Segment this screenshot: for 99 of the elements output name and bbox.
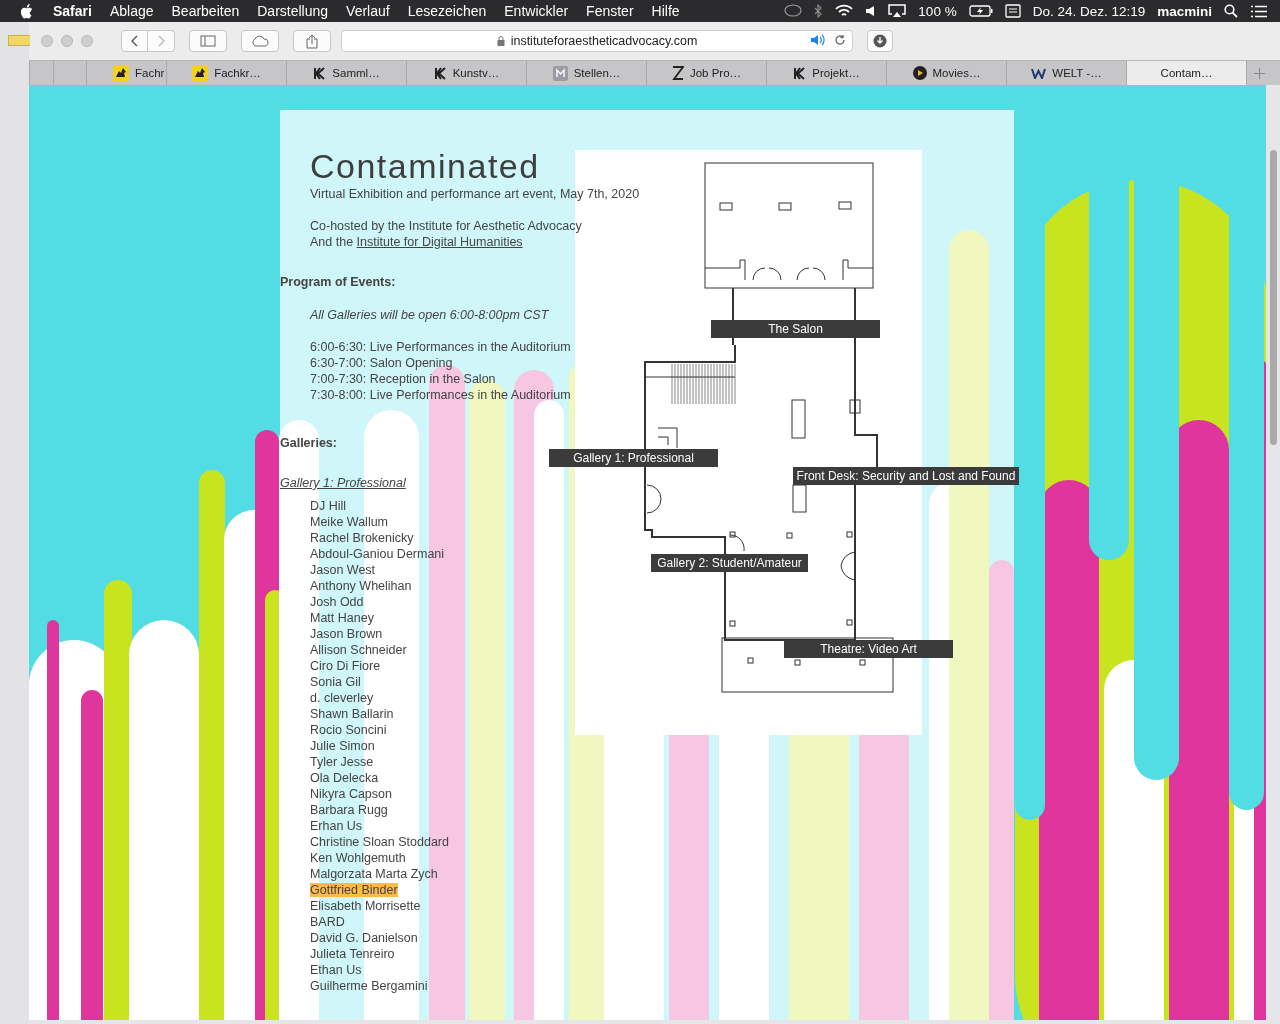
back-button[interactable] — [121, 30, 148, 52]
artist-name: Erhan Us — [310, 819, 363, 833]
m-logo-icon — [552, 65, 568, 81]
url-text: instituteforaestheticadvocacy.com — [510, 34, 698, 48]
calendar-icon[interactable] — [1004, 4, 1021, 18]
artist-name: David G. Danielson — [310, 931, 418, 945]
k-logo-icon — [313, 66, 327, 80]
artist-name: Meike Wallum — [310, 515, 389, 529]
page-title: Contaminated — [310, 146, 540, 186]
artist-name: Anthony Whelihan — [310, 579, 412, 593]
z-logo-icon — [671, 66, 684, 80]
room-label: Gallery 1: Professional — [549, 449, 718, 467]
apple-logo-icon[interactable] — [20, 3, 33, 19]
download-icon — [873, 34, 887, 48]
reload-icon[interactable] — [834, 34, 846, 46]
k-logo-icon — [793, 66, 807, 80]
artist-name: Rocio Soncini — [310, 723, 387, 737]
cohost-text: Co-hosted by the Institute for Aesthetic Advocacy — [309, 218, 582, 234]
menu-item[interactable]: Verlauf — [346, 3, 390, 19]
artist-name: Sonia Gil — [310, 675, 361, 689]
search-icon[interactable] — [1224, 4, 1238, 18]
battery-icon[interactable] — [968, 5, 993, 17]
room-label: Front Desk: Security and Lost and Found — [793, 467, 1019, 485]
menu-item[interactable]: Darstellung — [257, 3, 329, 19]
chevron-left-icon — [130, 35, 139, 47]
artist-name: Allison Schneider — [310, 643, 407, 657]
artist-name: Elisabeth Morrisette — [310, 899, 421, 913]
bluetooth-icon[interactable] — [814, 4, 824, 18]
share-icon — [306, 33, 318, 49]
schedule-item: 6:00-6:30: Live Performances in the Auditorium — [309, 339, 571, 355]
artist-name: Ken Wohlgemuth — [310, 851, 406, 865]
menu-item[interactable]: Hilfe — [651, 3, 680, 19]
menu-icon[interactable] — [1250, 4, 1268, 18]
play-icon — [912, 66, 927, 80]
menu-item[interactable]: Lesezeichen — [407, 3, 487, 19]
horse-logo-icon — [192, 65, 209, 81]
artist-name: Jason Brown — [310, 627, 383, 641]
clock[interactable]: Do. 24. Dez. 12:19 — [1032, 3, 1146, 19]
artist-name: d. cleverley — [310, 691, 374, 705]
schedule-item: 7:00-7:30: Reception in the Salon — [309, 371, 496, 387]
artist-name: Julie Simon — [310, 739, 375, 753]
artist-name: Ciro Di Fiore — [310, 659, 381, 673]
scrollbar-thumb[interactable] — [1270, 150, 1277, 445]
artist-name: Barbara Rugg — [310, 803, 388, 817]
room-label: The Salon — [711, 320, 880, 338]
artist-name: Shawn Ballarin — [310, 707, 394, 721]
artist-name: Gottfried Binder — [310, 883, 398, 897]
artist-name: Josh Odd — [310, 595, 364, 609]
lock-icon — [496, 36, 505, 46]
plus-icon — [1253, 67, 1265, 79]
artist-name: Christine Sloan Stoddard — [310, 835, 449, 849]
artist-name: Guilherme Bergamini — [310, 979, 428, 993]
gallery-link[interactable]: Gallery 1: Professional — [280, 476, 406, 490]
artist-name: Jason West — [310, 563, 376, 577]
artist-name: Abdoul-Ganiou Dermani — [310, 547, 445, 561]
artist-name: DJ Hill — [310, 499, 347, 513]
artist-name: Malgorzata Marta Zych — [310, 867, 438, 881]
menu-item[interactable]: Fenster — [586, 3, 634, 19]
k-logo-icon — [433, 66, 447, 80]
program-note: All Galleries will be open 6:00-8:00pm CST — [308, 307, 549, 323]
menu-item[interactable]: Entwickler — [504, 3, 569, 19]
user-name[interactable]: macmini — [1157, 3, 1212, 19]
w-logo-icon — [1031, 67, 1047, 79]
artist-name: Matt Haney — [310, 611, 374, 625]
artist-name: Tyler Jesse — [310, 755, 374, 769]
cloud-icon — [250, 35, 270, 47]
share-button[interactable] — [293, 30, 331, 52]
sidebar-button[interactable] — [189, 30, 227, 52]
cohost-prefix: And the — [310, 234, 355, 250]
schedule-item: 7:30-8:00: Live Performances in the Auditorium — [309, 387, 571, 403]
chevron-right-icon — [157, 35, 165, 47]
institute-link[interactable]: Institute for Digital Humanities — [356, 234, 523, 250]
downloads-button[interactable] — [867, 30, 893, 52]
cloud-button[interactable] — [241, 30, 279, 52]
artist-name: BARD — [310, 915, 345, 929]
horse-logo-icon — [113, 65, 129, 81]
menu-item[interactable]: Ablage — [109, 3, 154, 19]
menu-item[interactable]: Safari — [53, 3, 92, 19]
room-label: Theatre: Video Art — [784, 640, 953, 658]
browser-tab[interactable]: Contam… — [1126, 61, 1246, 85]
speaker-icon[interactable] — [810, 34, 826, 46]
wifi-icon[interactable] — [835, 4, 854, 18]
address-field[interactable]: instituteforaestheticadvocacy.com — [341, 30, 853, 52]
artist-name: Ola Delecka — [310, 771, 379, 785]
battery-percentage: 100 % — [918, 3, 957, 19]
section-heading: Galleries: — [280, 435, 337, 451]
airplay-icon[interactable] — [888, 4, 907, 18]
artist-name: Julieta Tenreiro — [310, 947, 395, 961]
menu-item[interactable]: Bearbeiten — [171, 3, 240, 19]
chat-bubble-icon[interactable] — [784, 4, 803, 18]
artist-name: Nikyra Capson — [310, 787, 392, 801]
event-subtitle: Virtual Exhibition and performance art event, May 7th, 2020 — [309, 186, 640, 202]
volume-icon[interactable] — [865, 5, 877, 17]
artist-name: Ethan Us — [310, 963, 362, 977]
sidebar-icon — [200, 35, 216, 47]
room-label: Gallery 2: Student/Amateur — [651, 554, 808, 572]
schedule-item: 6:30-7:00: Salon Opening — [309, 355, 453, 371]
section-heading: Program of Events: — [280, 274, 396, 290]
artist-name: Rachel Brokenicky — [310, 531, 414, 545]
